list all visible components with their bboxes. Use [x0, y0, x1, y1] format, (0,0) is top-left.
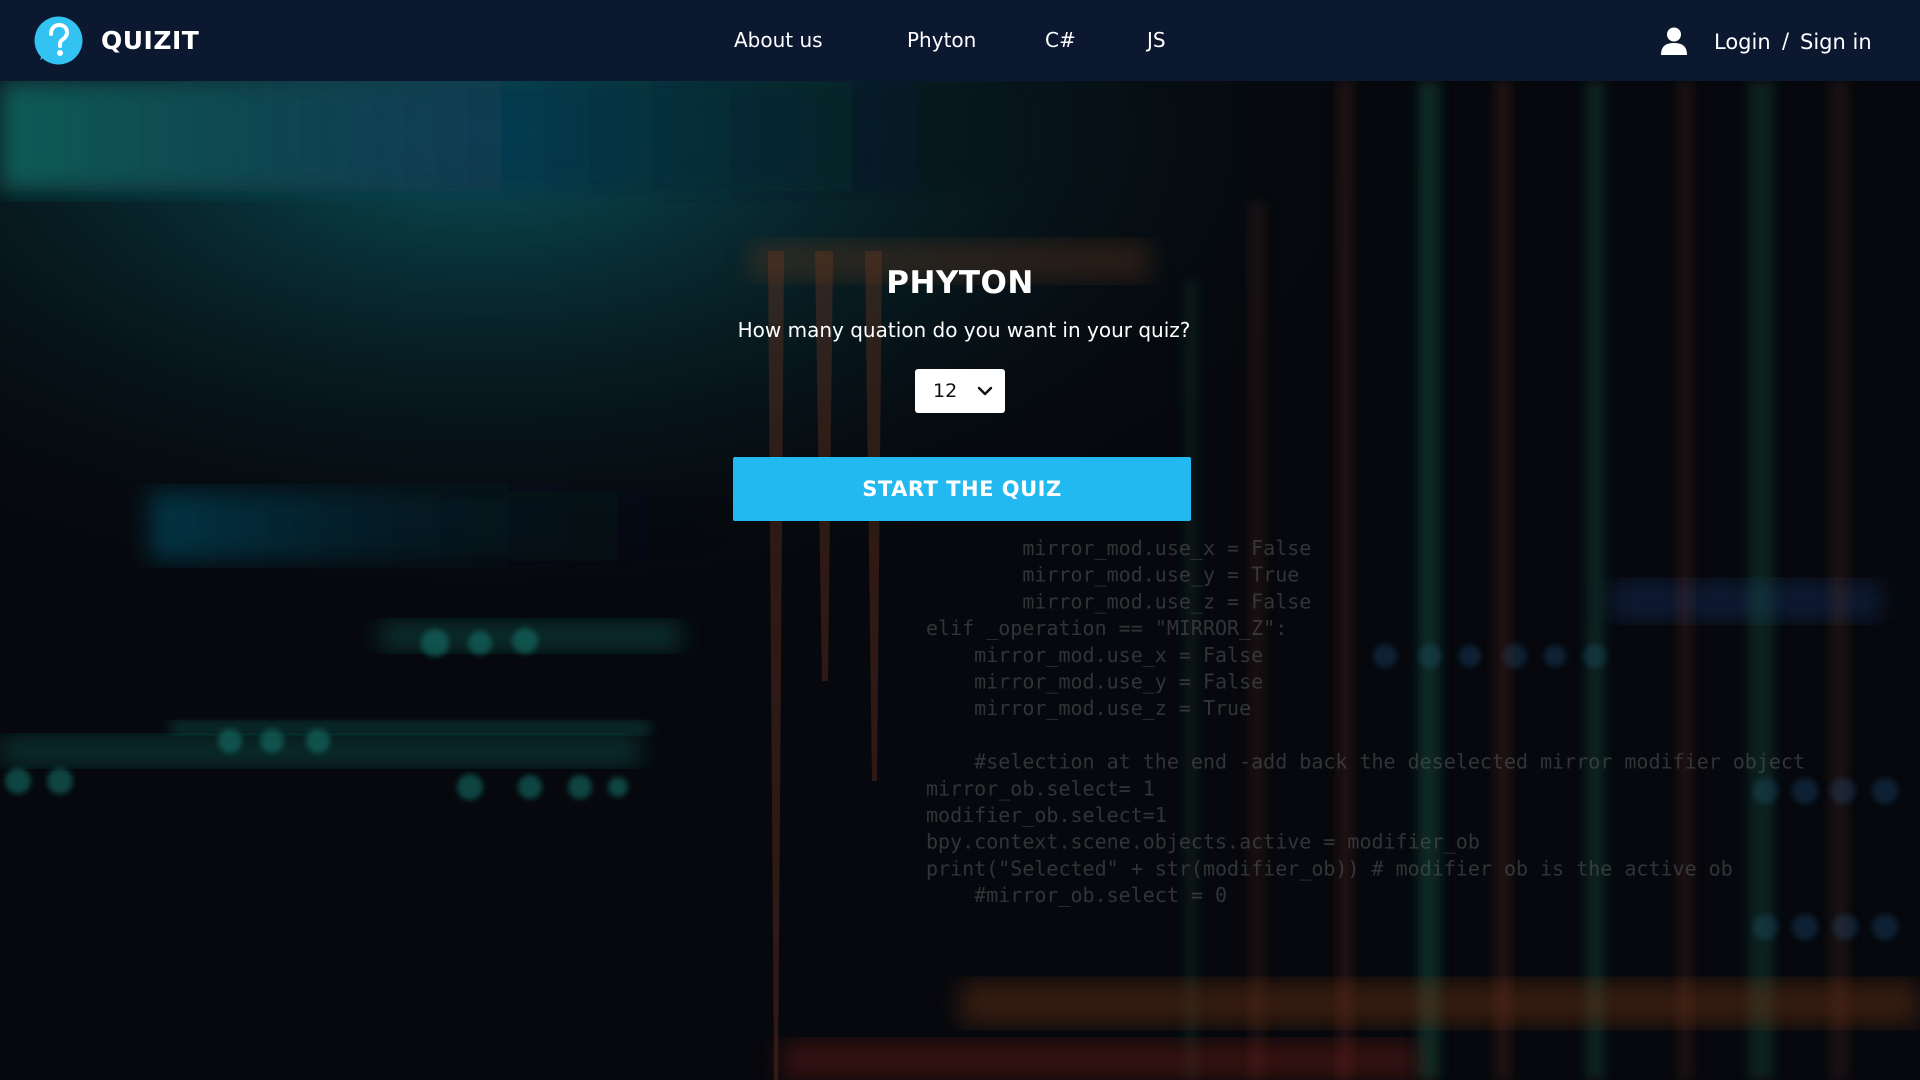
question-mark-bubble-icon — [34, 16, 83, 64]
brand-home-link[interactable]: QUIZIT — [34, 16, 199, 64]
question-count-value: 12 — [933, 380, 958, 402]
user-icon[interactable] — [1661, 27, 1687, 55]
quiz-title: PHYTON — [886, 265, 1034, 301]
background-code-line: bpy.context.scene.objects.active = modif… — [926, 830, 1480, 854]
brand-name: QUIZIT — [101, 25, 200, 55]
background-code-line: mirror_mod.use_x = False — [926, 536, 1311, 560]
background-code-line: modifier_ob.select=1 — [926, 803, 1167, 827]
question-count-select[interactable]: 12 — [915, 369, 1005, 413]
nav-csharp[interactable]: C# — [1045, 26, 1076, 54]
background-code-line: mirror_mod.use_x = False — [926, 643, 1263, 667]
quiz-page: mirror_mod.use_x = False mirror_mod.use_… — [0, 0, 1920, 1080]
background-code-line: mirror_ob.select= 1 — [926, 776, 1155, 800]
background-code-line: #selection at the end -add back the dese… — [926, 750, 1805, 774]
background-code-line: #mirror_ob.select = 0 — [926, 883, 1227, 907]
top-navbar: QUIZIT About us Phyton C# JS Login / Sig… — [0, 0, 1920, 81]
question-count-prompt: How many quation do you want in your qui… — [737, 318, 1191, 342]
background-code-line: elif _operation == "MIRROR_Z": — [926, 616, 1287, 640]
nav-phyton[interactable]: Phyton — [907, 26, 976, 54]
background-code-line: mirror_mod.use_y = True — [926, 563, 1299, 587]
start-quiz-button[interactable]: START THE QUIZ — [733, 457, 1191, 521]
background-code-line: mirror_mod.use_z = True — [926, 696, 1251, 720]
nav-js[interactable]: JS — [1147, 26, 1166, 54]
auth-separator: / — [1782, 29, 1790, 53]
nav-about-us[interactable]: About us — [734, 26, 823, 54]
login-link[interactable]: Login — [1714, 28, 1771, 56]
background-code-line: print("Selected" + str(modifier_ob)) # m… — [926, 856, 1733, 880]
code-background: mirror_mod.use_x = False mirror_mod.use_… — [0, 81, 1920, 1080]
background-code-line: mirror_mod.use_z = False — [926, 589, 1311, 613]
signin-link[interactable]: Sign in — [1800, 28, 1872, 56]
chevron-down-icon — [977, 386, 993, 396]
background-code-line: mirror_mod.use_y = False — [926, 670, 1263, 694]
